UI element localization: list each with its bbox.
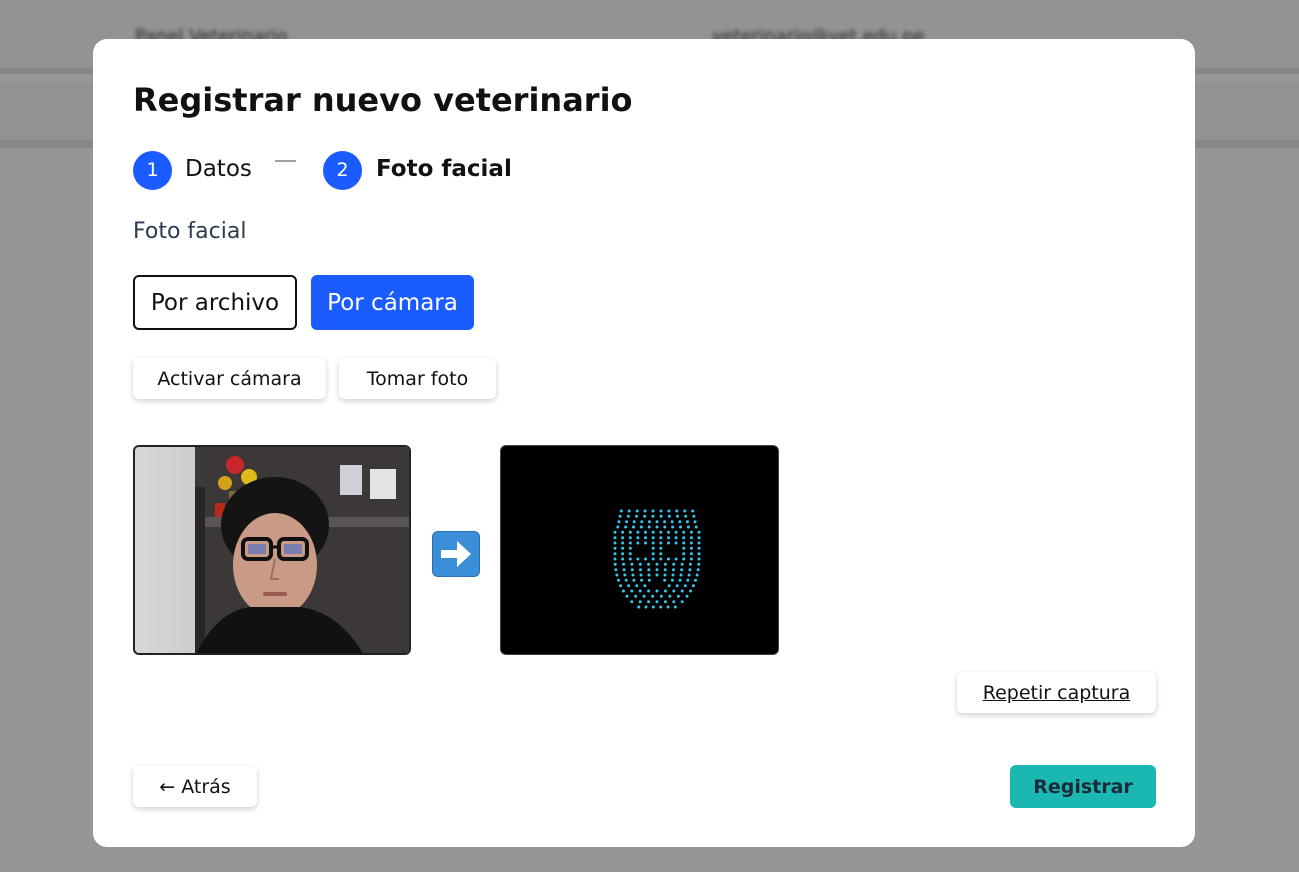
step-separator xyxy=(275,160,296,162)
arrow-right-icon xyxy=(432,531,480,577)
step-1-label: Datos xyxy=(185,156,252,182)
captured-photo-image xyxy=(135,447,409,653)
activate-camera-button[interactable]: Activar cámara xyxy=(133,358,326,399)
take-photo-button[interactable]: Tomar foto xyxy=(339,358,496,399)
section-label: Foto facial xyxy=(133,219,247,244)
back-button[interactable]: ← Atrás xyxy=(133,766,257,807)
step-1-circle: 1 xyxy=(133,151,172,190)
register-button[interactable]: Registrar xyxy=(1010,765,1156,808)
step-2-circle: 2 xyxy=(323,151,362,190)
face-mesh-preview xyxy=(500,445,779,655)
register-vet-modal: Registrar nuevo veterinario 1 Datos 2 Fo… xyxy=(93,39,1195,847)
step-2-label: Foto facial xyxy=(376,156,512,182)
modal-title: Registrar nuevo veterinario xyxy=(133,81,633,119)
camera-mode-button[interactable]: Por cámara xyxy=(311,275,474,330)
upload-file-button[interactable]: Por archivo xyxy=(133,275,297,330)
face-mesh-image xyxy=(613,509,701,609)
repeat-capture-button[interactable]: Repetir captura xyxy=(957,672,1156,713)
captured-photo xyxy=(133,445,411,655)
